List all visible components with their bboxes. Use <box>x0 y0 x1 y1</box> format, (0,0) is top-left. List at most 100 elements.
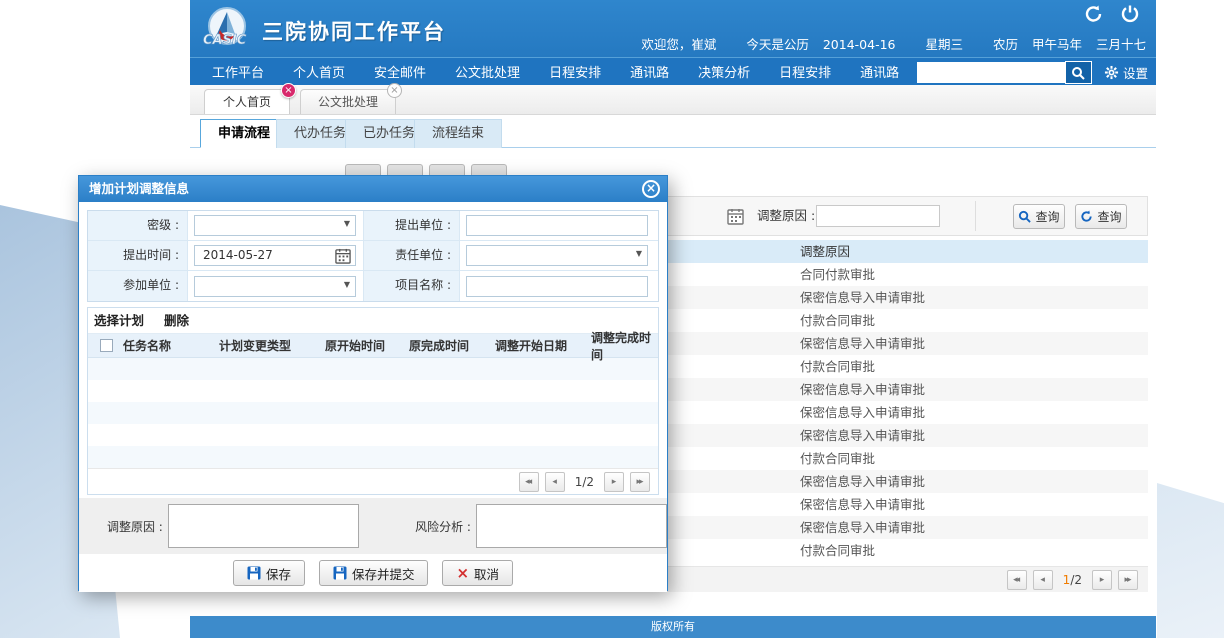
dialog-button-bar: 保存 保存并提交 × 取消 <box>79 554 667 592</box>
casic-logo-icon: CASIC <box>200 6 252 54</box>
col-task-name: 任务名称 <box>123 337 219 354</box>
reset-button-label: 查询 <box>1097 208 1121 225</box>
risk-analysis-label: 风险分析 : <box>359 518 471 535</box>
plan-grid-empty-rows <box>88 358 658 468</box>
first-page-button[interactable]: ◂◂ <box>1007 570 1027 590</box>
plan-grid: 选择计划 删除 任务名称 计划变更类型 原开始时间 原完成时间 调整开始日期 调… <box>87 307 659 495</box>
project-name-input[interactable] <box>466 276 648 297</box>
calendar-icon[interactable] <box>727 208 744 225</box>
prev-page-button[interactable]: ◂ <box>1033 570 1053 590</box>
main-nav: 工作平台 个人首页 安全邮件 公文批处理 日程安排 通讯路 决策分析 日程安排 … <box>190 57 1156 85</box>
app-title: 三院协同工作平台 <box>262 16 446 46</box>
search-icon <box>1071 66 1085 80</box>
tab-apply-flow[interactable]: 申请流程 <box>200 119 288 148</box>
search-button[interactable] <box>1065 61 1092 84</box>
save-and-submit-button[interactable]: 保存并提交 <box>319 560 429 586</box>
propose-unit-input[interactable] <box>466 215 648 236</box>
nav-item-secure-mail[interactable]: 安全邮件 <box>374 62 426 81</box>
gear-icon <box>1104 65 1119 80</box>
footer-copyright: 版权所有 <box>190 616 1156 638</box>
dialog-title: 增加计划调整信息 <box>89 181 189 196</box>
participate-unit-select[interactable]: ▼ <box>194 276 356 297</box>
dialog-close-icon[interactable]: × <box>642 180 660 198</box>
select-plan-link[interactable]: 选择计划 <box>94 308 144 333</box>
save-button[interactable]: 保存 <box>233 560 305 586</box>
total-pages: /2 <box>1070 573 1082 587</box>
window-tab-label: 个人首页 <box>223 95 271 109</box>
settings-button[interactable]: 设置 <box>1104 63 1148 82</box>
col-change-type: 计划变更类型 <box>219 337 325 354</box>
participate-unit-label: 参加单位 : <box>88 271 188 301</box>
lunar-day: 三月十七 <box>1096 37 1146 52</box>
col-adjust-start: 调整开始日期 <box>495 337 591 354</box>
select-all-checkbox[interactable] <box>100 339 113 352</box>
close-tab-icon[interactable]: × <box>281 83 296 98</box>
page-indicator: 1/2 <box>575 475 594 489</box>
risk-analysis-textarea[interactable] <box>476 504 667 548</box>
dialog-form: 密级 : ▼ 提出单位 : 提出时间 : 2014-05-27 <box>87 210 659 302</box>
add-plan-adjustment-dialog: 增加计划调整信息 × 密级 : ▼ 提出单位 : 提出时间 : 2014-05-… <box>78 175 668 591</box>
welcome-user: 欢迎您，崔斌 <box>641 37 716 52</box>
responsible-unit-select[interactable]: ▼ <box>466 245 648 266</box>
calendar-icon[interactable] <box>335 248 351 264</box>
propose-time-label: 提出时间 : <box>88 241 188 270</box>
search-icon <box>1018 210 1031 223</box>
propose-time-date-input[interactable]: 2014-05-27 <box>194 245 356 266</box>
nav-item-document-batch[interactable]: 公文批处理 <box>455 62 520 81</box>
save-submit-button-label: 保存并提交 <box>352 564 415 583</box>
cancel-button-label: 取消 <box>474 564 499 583</box>
next-page-button[interactable]: ▸ <box>1092 570 1112 590</box>
window-tab-personal-home[interactable]: 个人首页 × <box>204 89 290 114</box>
nav-item-schedule[interactable]: 日程安排 <box>549 62 601 81</box>
nav-item-schedule-2[interactable]: 日程安排 <box>779 62 831 81</box>
nav-item-decision-analysis[interactable]: 决策分析 <box>698 62 750 81</box>
filter-reason-label: 调整原因 : <box>757 197 815 235</box>
refresh-icon <box>1080 210 1093 223</box>
filter-reason-input[interactable] <box>816 205 940 227</box>
date-label: 今天是公历 <box>746 37 809 52</box>
welcome-bar: 欢迎您，崔斌 今天是公历 2014-04-16 星期三 农历 甲午马年 三月十七 <box>641 34 1146 53</box>
lunar-label: 农历 <box>993 37 1018 52</box>
prev-page-button[interactable]: ◂ <box>545 472 565 492</box>
window-tab-label: 公文批处理 <box>318 95 378 109</box>
project-name-label: 项目名称 : <box>364 271 460 301</box>
refresh-icon[interactable] <box>1084 4 1104 24</box>
query-button-label: 查询 <box>1035 208 1059 225</box>
next-page-button[interactable]: ▸ <box>604 472 624 492</box>
sub-tab-bar: 申请流程 代办任务 已办任务 流程结束 <box>190 118 1156 148</box>
propose-unit-label: 提出单位 : <box>364 211 460 240</box>
top-header: CASIC 三院协同工作平台 欢迎您，崔斌 今天是公历 2014-04-16 星… <box>190 0 1156 57</box>
dialog-bottom-form: 调整原因 : 风险分析 : <box>79 498 667 554</box>
settings-label: 设置 <box>1123 63 1148 82</box>
nav-item-work-platform[interactable]: 工作平台 <box>212 62 264 81</box>
adjust-reason-textarea[interactable] <box>168 504 359 548</box>
last-page-button[interactable]: ▸▸ <box>1118 570 1138 590</box>
power-icon[interactable] <box>1120 4 1140 24</box>
secrecy-label: 密级 : <box>88 211 188 240</box>
dialog-title-bar: 增加计划调整信息 × <box>79 176 667 202</box>
save-icon <box>333 566 347 580</box>
search-input[interactable] <box>917 62 1065 83</box>
filter-divider <box>975 201 976 231</box>
adjust-reason-label: 调整原因 : <box>79 518 163 535</box>
secrecy-select[interactable]: ▼ <box>194 215 356 236</box>
reset-query-button[interactable]: 查询 <box>1075 204 1127 229</box>
weekday: 星期三 <box>925 37 963 52</box>
cancel-button[interactable]: × 取消 <box>442 560 513 586</box>
nav-item-contacts[interactable]: 通讯路 <box>630 62 669 81</box>
save-button-label: 保存 <box>266 564 291 583</box>
col-orig-finish: 原完成时间 <box>409 337 495 354</box>
chevron-down-icon: ▼ <box>344 280 350 289</box>
window-tab-document-batch[interactable]: 公文批处理 × <box>300 89 396 114</box>
lunar-year: 甲午马年 <box>1032 37 1082 52</box>
last-page-button[interactable]: ▸▸ <box>630 472 650 492</box>
close-tab-icon[interactable]: × <box>387 83 402 98</box>
page-indicator: 1/2 <box>1063 573 1082 587</box>
nav-item-personal-home[interactable]: 个人首页 <box>293 62 345 81</box>
nav-item-contacts-2[interactable]: 通讯路 <box>860 62 899 81</box>
delete-link[interactable]: 删除 <box>164 308 189 333</box>
col-orig-start: 原开始时间 <box>325 337 409 354</box>
first-page-button[interactable]: ◂◂ <box>519 472 539 492</box>
query-button[interactable]: 查询 <box>1013 204 1065 229</box>
tab-flow-finished[interactable]: 流程结束 <box>414 119 502 148</box>
